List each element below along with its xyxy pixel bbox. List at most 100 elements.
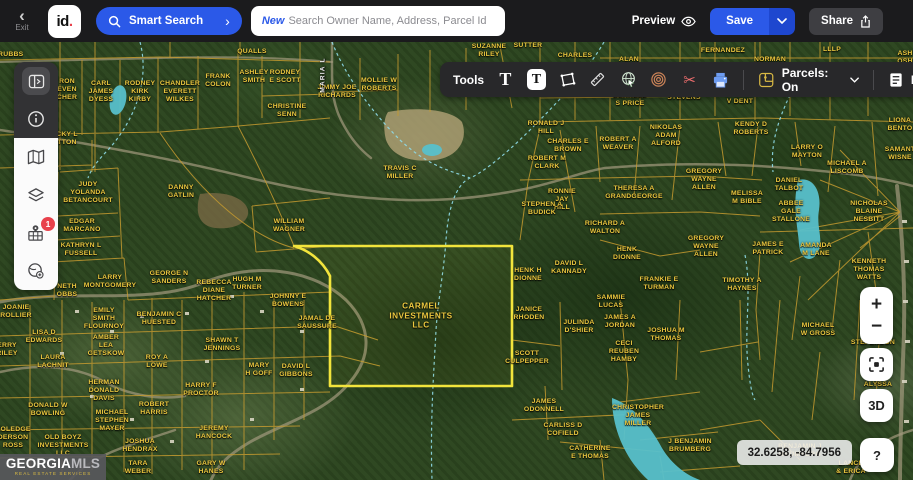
print-tool[interactable] bbox=[711, 69, 730, 91]
save-options-caret[interactable] bbox=[769, 8, 795, 35]
parcel-owner-label: JAMES E PATRICK bbox=[752, 241, 784, 257]
globe-cursor-icon bbox=[620, 71, 637, 88]
parcel-owner-label: CHARLES E BROWN bbox=[547, 138, 589, 154]
parcel-owner-label: WILLIAM WAGNER bbox=[273, 218, 305, 234]
zoom-in-button[interactable]: + bbox=[871, 296, 882, 314]
printer-icon bbox=[712, 72, 729, 88]
mls-tagline: REAL ESTATE SERVICES bbox=[15, 472, 92, 477]
parcel-owner-label: KENDY D ROBERTS bbox=[734, 121, 769, 137]
search-input[interactable]: New Search Owner Name, Address, Parcel I… bbox=[251, 6, 505, 36]
parcel-owner-label: CKY L TTON bbox=[56, 131, 78, 147]
share-button[interactable]: Share bbox=[809, 8, 883, 35]
parcel-owner-label: EMILY SMITH FLOURNOY bbox=[84, 307, 124, 331]
parcel-owner-label: ROBERT HARRIS bbox=[139, 401, 169, 417]
parcel-owner-label: RONALD J HILL bbox=[528, 120, 565, 136]
parcel-owner-label: DAVID L GIBBONS bbox=[279, 363, 312, 379]
parcel-owner-label: STEPHEN A BUDICK bbox=[522, 201, 563, 217]
panel-toggle-icon bbox=[28, 74, 45, 89]
parcel-owner-label: TIMOTHY A HAYNES bbox=[722, 277, 761, 293]
parcel-owner-label: BENJAMIN C HUESTED bbox=[137, 311, 182, 327]
parcel-owner-label: JOANIE ROLLIER bbox=[0, 304, 32, 320]
parcel-owner-label: CHRISTOPHER JAMES MILLER bbox=[612, 404, 664, 428]
top-bar: ‹ Exit id. Smart Search › New Search Own… bbox=[0, 0, 913, 42]
parcel-owner-label: ROBERT A WEAVER bbox=[599, 136, 636, 152]
three-d-button[interactable]: 3D bbox=[860, 389, 893, 422]
georgia-mls-logo: GEORGIAMLS REAL ESTATE SERVICES bbox=[0, 454, 106, 480]
parcel-owner-label: DONALD W BOWLING bbox=[28, 402, 67, 418]
reports-menu[interactable]: Reports bbox=[888, 72, 913, 88]
parcel-owner-label: CARL JAMES DYESS bbox=[89, 80, 114, 104]
cut-tool[interactable]: ✂ bbox=[680, 69, 699, 91]
chevron-down-icon bbox=[777, 18, 787, 24]
reports-icon bbox=[888, 72, 904, 88]
parcel-owner-label: GARY W HANES bbox=[196, 460, 225, 476]
zoom-out-button[interactable]: − bbox=[871, 318, 882, 336]
parcel-owner-label: MOLLIE W ROBERTS bbox=[361, 77, 397, 93]
parcel-owner-label: NETH OBBS bbox=[57, 283, 78, 299]
toolbar-divider bbox=[743, 70, 744, 90]
map-canvas[interactable]: GRUBBSQUALLSSUZANNE RILEYSUTTERCHARLESAL… bbox=[0, 42, 913, 480]
globe-add-icon bbox=[27, 262, 45, 280]
preview-button[interactable]: Preview bbox=[632, 15, 696, 27]
parcel-owner-label: CARLISS D COFIELD bbox=[544, 422, 583, 438]
parcel-owner-label: MICHAEL W GROSS bbox=[801, 322, 836, 338]
parcel-owner-label: GRUBBS bbox=[0, 51, 23, 59]
parcels-panel-button[interactable]: 1 bbox=[14, 214, 58, 252]
parcel-owner-label: SAMMIE LUCAS bbox=[597, 294, 626, 310]
text-tool[interactable]: T bbox=[496, 69, 515, 91]
radius-rings-tool[interactable] bbox=[650, 69, 669, 91]
save-button-group: Save bbox=[710, 8, 795, 35]
add-location-button[interactable] bbox=[14, 252, 58, 290]
map-toolbar: Tools T T bbox=[440, 62, 913, 97]
parcel-owner-label: GREGORY WAYNE ALLEN bbox=[688, 235, 724, 259]
share-icon bbox=[860, 15, 871, 28]
app-logo[interactable]: id. bbox=[48, 5, 81, 38]
parcel-owner-label: MELISSA M BIBLE bbox=[731, 190, 763, 206]
parcel-owner-label: MICHAEL STEPHEN MAYER bbox=[95, 409, 129, 433]
parcels-toggle[interactable]: Parcels: On bbox=[758, 66, 859, 94]
parcel-owner-label: LISA D EDWARDS bbox=[26, 329, 63, 345]
exit-button[interactable]: ‹ Exit bbox=[4, 10, 40, 32]
ruler-tool[interactable] bbox=[589, 69, 608, 91]
basemap-button[interactable] bbox=[14, 138, 58, 176]
layers-icon bbox=[27, 187, 45, 204]
globe-select-tool[interactable] bbox=[619, 69, 638, 91]
parcel-owner-label: SCOTT CULPEPPER bbox=[505, 350, 549, 366]
recenter-button[interactable] bbox=[860, 348, 893, 381]
parcel-owner-label: JAMES ODONNELL bbox=[524, 398, 564, 414]
smart-search-button[interactable]: Smart Search › bbox=[96, 7, 242, 35]
save-button[interactable]: Save bbox=[710, 8, 769, 35]
parcel-owner-label: SUTTER bbox=[514, 42, 543, 50]
road-label: MARIA L bbox=[320, 57, 327, 92]
parcel-owner-label: JANICE RHODEN bbox=[514, 306, 545, 322]
parcel-owner-label: CARMEL INVESTMENTS LLC bbox=[389, 301, 452, 330]
parcel-owner-label: HUGH M TURNER bbox=[232, 276, 262, 292]
parcel-owner-label: ROBERT M CLARK bbox=[528, 155, 566, 171]
parcel-owner-label: LARRY MONTGOMERY bbox=[84, 274, 136, 290]
help-button[interactable]: ? bbox=[860, 438, 894, 472]
parcel-owner-label: SHAWN T JENNINGS bbox=[204, 337, 241, 353]
scissors-icon: ✂ bbox=[683, 71, 696, 89]
info-button[interactable] bbox=[14, 100, 58, 138]
parcel-owner-label: DANNY GATLIN bbox=[168, 184, 194, 200]
parcel-owner-label: MICHAEL A LISCOMB bbox=[827, 160, 867, 176]
parcel-owner-label: LIONA BENTO bbox=[888, 117, 913, 133]
parcel-owner-label: RON EVEN CHER bbox=[57, 78, 77, 102]
parcel-owner-label: JOHNNY E BOWENS bbox=[270, 293, 307, 309]
parcel-owner-label: JULINDA D'SHIER bbox=[563, 319, 594, 335]
polygon-tool[interactable] bbox=[558, 69, 577, 91]
layers-button[interactable] bbox=[14, 176, 58, 214]
parcel-owner-label: ROLEDGE DERSON ROSS bbox=[0, 426, 31, 450]
toolbar-divider bbox=[873, 70, 874, 90]
parcel-owner-label: NICHOLAS BLAINE NESBITT bbox=[850, 200, 888, 224]
parcel-owner-label: ERRY RILEY bbox=[0, 342, 18, 358]
mls-brand-right: MLS bbox=[71, 456, 100, 471]
parcel-owner-label: SUZANNE RILEY bbox=[472, 43, 507, 59]
parcel-owner-label: TARA WEBER bbox=[125, 460, 152, 476]
panel-toggle-button[interactable] bbox=[14, 62, 58, 100]
parcel-owner-label: CHRISTINE SENN bbox=[268, 103, 307, 119]
chevron-right-icon: › bbox=[225, 13, 230, 29]
text-box-tool-active[interactable]: T bbox=[527, 69, 546, 90]
parcel-owner-label: KATHRYN L FUSSELL bbox=[61, 242, 102, 258]
parcel-owner-label: REBECCA DIANE HATCHER bbox=[196, 279, 231, 303]
